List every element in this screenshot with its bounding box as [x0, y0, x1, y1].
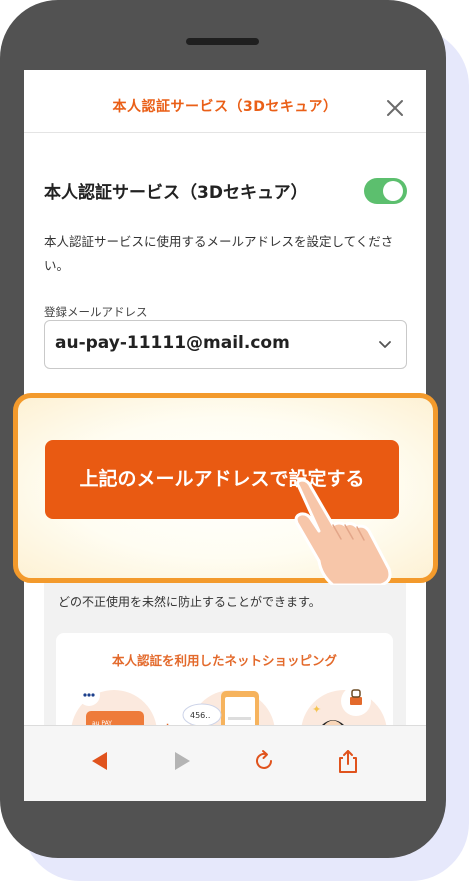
email-select-value: au-pay-11111@mail.com	[55, 333, 290, 353]
browser-toolbar	[24, 725, 426, 801]
sparkle-icon: ✦	[312, 703, 321, 716]
pointing-hand-icon	[294, 478, 392, 585]
description-text: 本人認証サービスに使用するメールアドレスを設定してください。	[44, 234, 394, 273]
code-text: 456..	[190, 711, 210, 720]
forward-icon[interactable]	[169, 748, 195, 774]
email-field-label: 登録メールアドレス	[44, 305, 148, 319]
reload-icon[interactable]	[251, 748, 277, 774]
close-icon[interactable]	[386, 99, 404, 117]
info-text: どの不正使用を未然に防止することができます。	[58, 595, 321, 609]
share-icon[interactable]	[335, 748, 361, 774]
back-icon[interactable]	[87, 748, 113, 774]
phone-speaker	[186, 38, 259, 45]
section-title: 本人認証サービス（3Dセキュア）	[44, 183, 308, 203]
email-select[interactable]: au-pay-11111@mail.com	[44, 320, 407, 369]
modal-title: 本人認証サービス（3Dセキュア）	[112, 99, 338, 115]
chevron-down-icon	[379, 341, 391, 348]
toggle-knob	[383, 181, 403, 201]
modal-header: 本人認証サービス（3Dセキュア）	[24, 70, 426, 133]
3d-secure-toggle[interactable]	[364, 178, 407, 204]
